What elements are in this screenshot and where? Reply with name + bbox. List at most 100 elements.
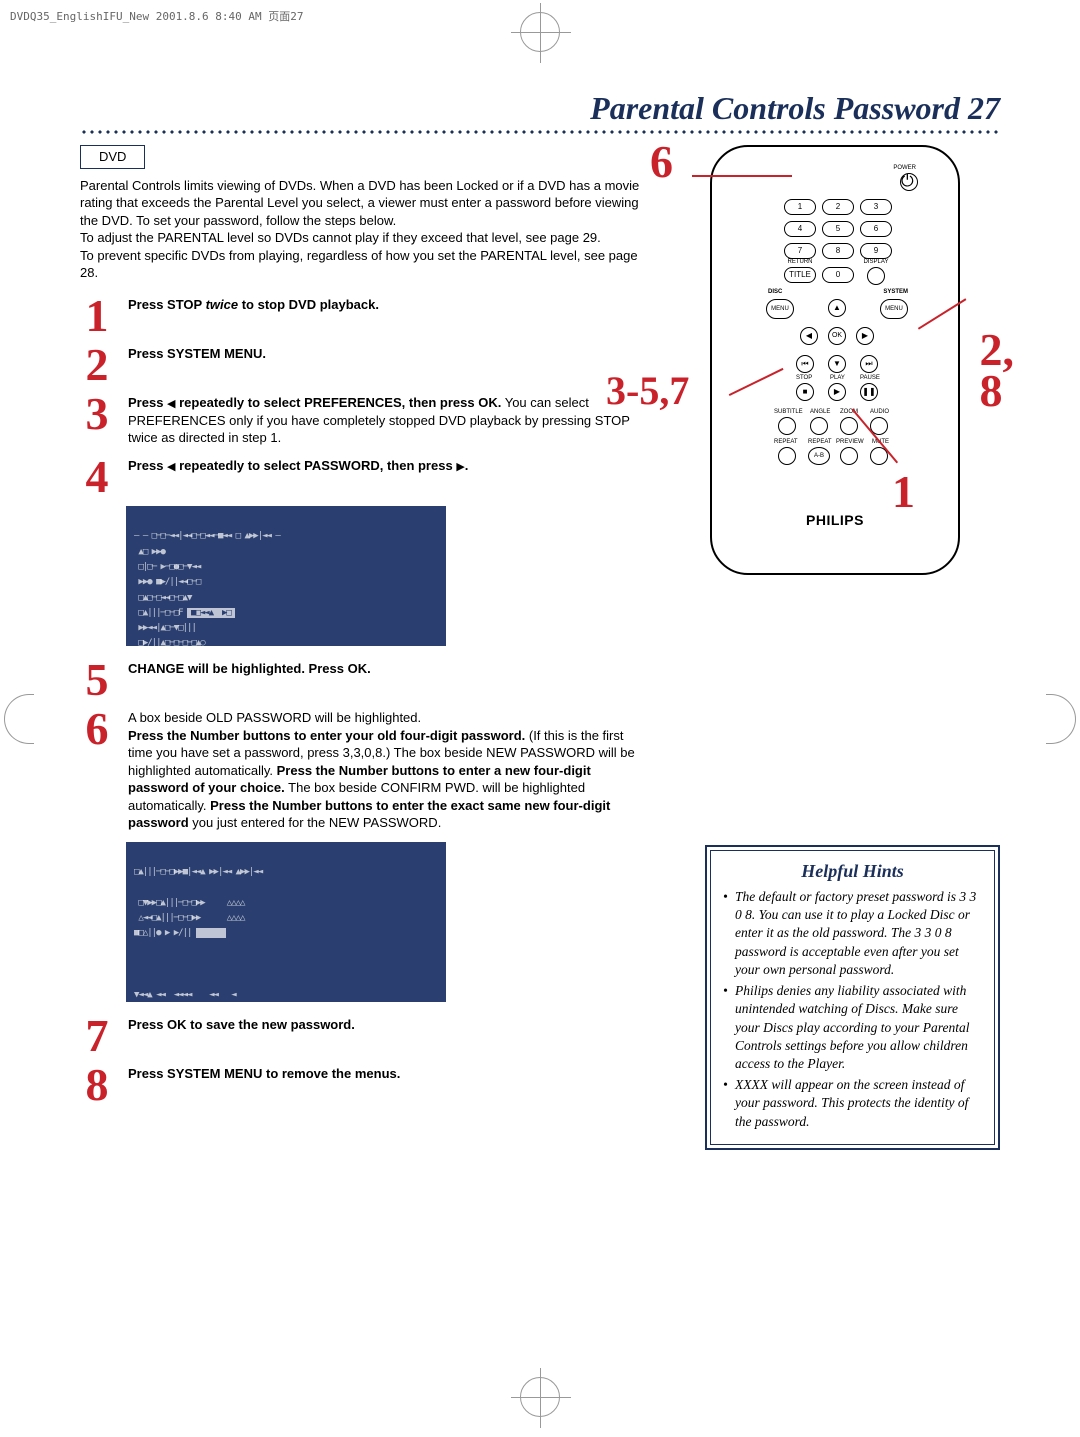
callout-6: 6: [650, 141, 673, 182]
hint-3: XXXX will appear on the screen instead o…: [723, 1076, 982, 1131]
crop-mark-bottom: [520, 1377, 560, 1417]
step-6-body: A box beside OLD PASSWORD will be highli…: [128, 709, 640, 832]
step-8: 8 Press SYSTEM MENU to remove the menus.: [80, 1065, 640, 1104]
num-0: 0: [822, 267, 854, 283]
nav-up-icon: ▲: [828, 299, 846, 317]
intro-text: Parental Controls limits viewing of DVDs…: [80, 177, 640, 282]
step-7-body: Press OK to save the new password.: [128, 1016, 355, 1034]
crop-mark-left: [4, 694, 34, 744]
callout-2-8: 2, 8: [980, 329, 1015, 412]
left-arrow-icon: ◀: [167, 461, 175, 473]
step-6-number: 6: [80, 709, 114, 748]
num-7: 7: [784, 243, 816, 259]
num-9: 9: [860, 243, 892, 259]
callout-6-line: [692, 175, 792, 177]
pause-label: PAUSE: [860, 375, 880, 381]
step-1-number: 1: [80, 296, 114, 335]
step-6: 6 A box beside OLD PASSWORD will be high…: [80, 709, 640, 832]
subtitle-label: SUBTITLE: [774, 409, 803, 415]
page-title: Parental Controls Password 27: [590, 90, 1000, 126]
ab-button: A-B: [808, 447, 830, 465]
step-2-number: 2: [80, 345, 114, 384]
callout-1: 1: [892, 471, 915, 512]
step-5-body: CHANGE will be highlighted. Press OK.: [128, 660, 371, 678]
stop-label: STOP: [796, 375, 812, 381]
step-7: 7 Press OK to save the new password.: [80, 1016, 640, 1055]
display-label: DISPLAY: [860, 259, 892, 265]
power-label: POWER: [893, 165, 916, 171]
title-button: TITLE: [784, 267, 816, 283]
step-4: 4 Press ◀ repeatedly to select PASSWORD,…: [80, 457, 640, 496]
zoom-button: [840, 417, 858, 435]
hint-2: Philips denies any liability associated …: [723, 982, 982, 1073]
disc-label: DISC: [768, 289, 782, 295]
file-header-strip: DVDQ35_EnglishIFU_New 2001.8.6 8:40 AM 页…: [10, 8, 304, 24]
right-column: POWER ⏻ 1 2 3 4 5 6 7 8 9 RETURN TITLE 0…: [670, 145, 1000, 575]
left-column: DVD Parental Controls limits viewing of …: [80, 145, 640, 1114]
page-content: Parental Controls Password 27 DVD Parent…: [80, 90, 1000, 1114]
step-3-number: 3: [80, 394, 114, 433]
repeat-label: REPEAT: [774, 439, 798, 445]
dvd-badge: DVD: [80, 145, 145, 169]
num-2: 2: [822, 199, 854, 215]
hint-1: The default or factory preset password i…: [723, 888, 982, 979]
next-icon: ⏭: [860, 355, 878, 373]
stop-button-icon: ■: [796, 383, 814, 401]
nav-down-icon: ▼: [828, 355, 846, 373]
nav-right-icon: ▶: [856, 327, 874, 345]
right-arrow-icon: ▶: [456, 461, 464, 473]
step-7-number: 7: [80, 1016, 114, 1055]
step-2: 2 Press SYSTEM MENU.: [80, 345, 640, 384]
return-label: RETURN: [784, 259, 816, 265]
num-6: 6: [860, 221, 892, 237]
dotted-rule: [80, 129, 1000, 135]
left-arrow-icon: ◀: [167, 398, 175, 410]
hints-title: Helpful Hints: [723, 861, 982, 882]
angle-button: [810, 417, 828, 435]
step-8-body: Press SYSTEM MENU to remove the menus.: [128, 1065, 400, 1083]
prev-icon: ⏮: [796, 355, 814, 373]
step-5-number: 5: [80, 660, 114, 699]
step-8-number: 8: [80, 1065, 114, 1104]
callout-357: 3-5,7: [606, 373, 689, 409]
brand-logo: PHILIPS: [712, 512, 958, 528]
step-3: 3 Press ◀ repeatedly to select PREFERENC…: [80, 394, 640, 447]
pause-button-icon: ❚❚: [860, 383, 878, 401]
ok-button: OK: [828, 327, 846, 345]
step-1: 1 Press STOP twice to stop DVD playback.: [80, 296, 640, 335]
power-button-icon: ⏻: [900, 173, 918, 191]
osd-password-screenshot: □▲|||─□─□▶▶■|◄◄▲ ▶▶|◄◄ ▲▶▶|◄◄ □▼▶▶□▲|||─…: [126, 842, 446, 1002]
system-menu-button: MENU: [880, 299, 908, 319]
remote-illustration: POWER ⏻ 1 2 3 4 5 6 7 8 9 RETURN TITLE 0…: [710, 145, 960, 575]
num-1: 1: [784, 199, 816, 215]
system-label: SYSTEM: [883, 289, 908, 295]
play-label: PLAY: [830, 375, 845, 381]
step-5: 5 CHANGE will be highlighted. Press OK.: [80, 660, 640, 699]
repeat-button: [778, 447, 796, 465]
preview-label: PREVIEW: [836, 439, 864, 445]
step-3-body: Press ◀ repeatedly to select PREFERENCES…: [128, 394, 640, 447]
num-3: 3: [860, 199, 892, 215]
nav-left-icon: ◀: [800, 327, 818, 345]
subtitle-button: [778, 417, 796, 435]
display-button: [867, 267, 885, 285]
intro-p2: To adjust the PARENTAL level so DVDs can…: [80, 229, 640, 247]
step-1-body: Press STOP twice to stop DVD playback.: [128, 296, 379, 314]
num-5: 5: [822, 221, 854, 237]
crop-mark-top: [520, 12, 560, 52]
num-4: 4: [784, 221, 816, 237]
disc-menu-button: MENU: [766, 299, 794, 319]
step-4-number: 4: [80, 457, 114, 496]
step-2-body: Press SYSTEM MENU.: [128, 345, 266, 363]
intro-p3: To prevent specific DVDs from playing, r…: [80, 247, 640, 282]
num-8: 8: [822, 243, 854, 259]
preview-button: [840, 447, 858, 465]
play-button-icon: ▶: [828, 383, 846, 401]
audio-label: AUDIO: [870, 409, 889, 415]
step-4-body: Press ◀ repeatedly to select PASSWORD, t…: [128, 457, 468, 475]
repeat2-label: REPEAT: [808, 439, 832, 445]
osd-preferences-screenshot: — — □─□─◄◄|◄◄□─□◄◄─■◄◄ □ ▲▶▶|◄◄ — ▲□ ▶▶●…: [126, 506, 446, 646]
angle-label: ANGLE: [810, 409, 830, 415]
crop-mark-right: [1046, 694, 1076, 744]
intro-p1: Parental Controls limits viewing of DVDs…: [80, 177, 640, 230]
